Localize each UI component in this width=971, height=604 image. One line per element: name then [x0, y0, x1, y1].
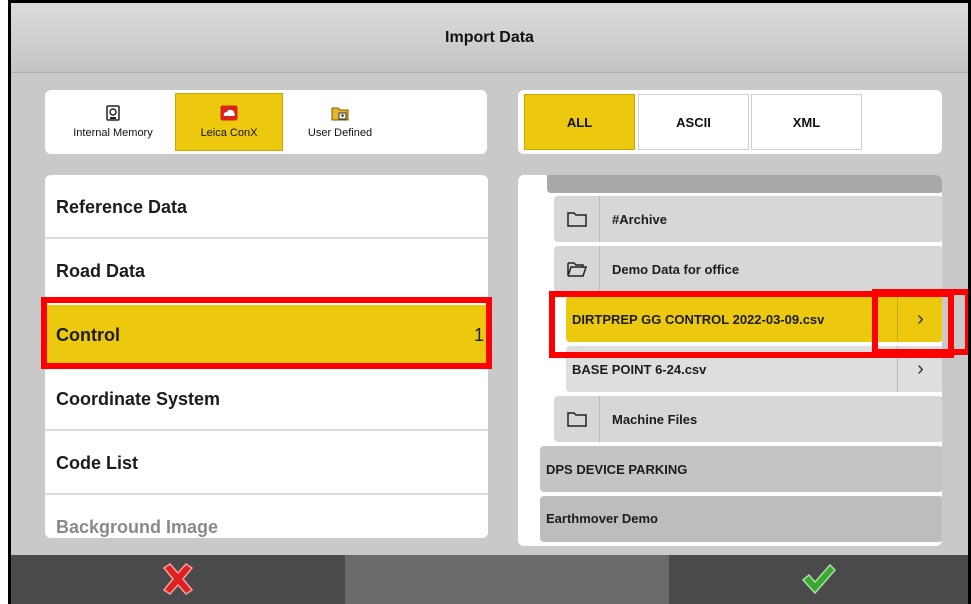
folder-demo-data[interactable]: Demo Data for office [554, 246, 942, 292]
category-road-data[interactable]: Road Data [45, 241, 488, 303]
folder-open-icon [554, 246, 600, 292]
bottom-bar-spacer [345, 555, 669, 604]
source-label: User Defined [307, 127, 373, 139]
category-control[interactable]: Control 1 [45, 305, 488, 367]
item-earthmover-demo[interactable]: Earthmover Demo [540, 496, 942, 542]
cancel-button[interactable] [11, 555, 345, 604]
category-label: Background Image [56, 516, 219, 537]
category-coordinate-system[interactable]: Coordinate System [45, 369, 488, 431]
format-label: XML [792, 114, 821, 130]
source-label: Leica ConX [200, 127, 258, 139]
folder-user-icon [331, 105, 349, 121]
item-label: DPS DEVICE PARKING [546, 461, 688, 477]
file-dirtprep-control[interactable]: DIRTPREP GG CONTROL 2022-03-09.csv › [566, 296, 942, 342]
folder-machine-files[interactable]: Machine Files [554, 396, 942, 442]
category-code-list[interactable]: Code List [45, 433, 488, 495]
category-count: 1 [473, 324, 484, 345]
category-label: Control [56, 324, 120, 345]
format-all-button[interactable]: ALL [524, 94, 635, 150]
folder-label: Demo Data for office [612, 261, 740, 277]
item-dps-device-parking[interactable]: DPS DEVICE PARKING [540, 446, 942, 492]
list-item-partial[interactable] [547, 175, 942, 193]
checkmark-icon [801, 563, 837, 600]
format-ascii-button[interactable]: ASCII [638, 94, 749, 150]
category-label: Code List [56, 452, 139, 473]
folder-label: Machine Files [612, 411, 698, 427]
folder-archive[interactable]: #Archive [554, 196, 942, 242]
source-leica-conx[interactable]: Leica ConX [175, 93, 283, 151]
source-user-defined[interactable]: User Defined [292, 93, 388, 151]
chevron-right-icon[interactable]: › [897, 296, 942, 342]
memory-card-icon [106, 105, 120, 121]
category-label: Road Data [56, 260, 146, 281]
title-bar: Import Data [11, 3, 968, 73]
category-list: Reference Data Road Data Control 1 Coord… [45, 175, 488, 538]
dialog-title: Import Data [445, 28, 534, 46]
folder-icon [554, 396, 600, 442]
category-background-image[interactable]: Background Image [45, 497, 488, 538]
file-base-point[interactable]: BASE POINT 6-24.csv › [566, 346, 942, 392]
cloud-icon [220, 105, 238, 121]
file-label: BASE POINT 6-24.csv [572, 361, 707, 377]
category-label: Reference Data [56, 196, 188, 217]
confirm-button[interactable] [669, 555, 968, 604]
source-selector: Internal Memory Leica ConX User Defined [45, 90, 487, 154]
source-label: Internal Memory [73, 127, 153, 139]
format-label: ASCII [676, 114, 711, 130]
folder-label: #Archive [612, 211, 667, 227]
category-label: Coordinate System [56, 388, 221, 409]
file-browser: #Archive Demo Data for office DIRTPREP G… [518, 175, 942, 546]
file-label: DIRTPREP GG CONTROL 2022-03-09.csv [572, 311, 825, 327]
bottom-action-bar [11, 555, 968, 604]
source-internal-memory[interactable]: Internal Memory [59, 93, 167, 151]
format-filter: ALL ASCII XML [518, 90, 942, 154]
cancel-icon [160, 562, 196, 601]
import-data-dialog: Import Data Internal Memory Leica ConX U… [8, 0, 971, 604]
folder-icon [554, 196, 600, 242]
category-reference-data[interactable]: Reference Data [45, 177, 488, 239]
chevron-right-icon[interactable]: › [897, 346, 942, 392]
format-label: ALL [566, 114, 593, 130]
format-xml-button[interactable]: XML [751, 94, 862, 150]
item-label: Earthmover Demo [546, 511, 658, 526]
